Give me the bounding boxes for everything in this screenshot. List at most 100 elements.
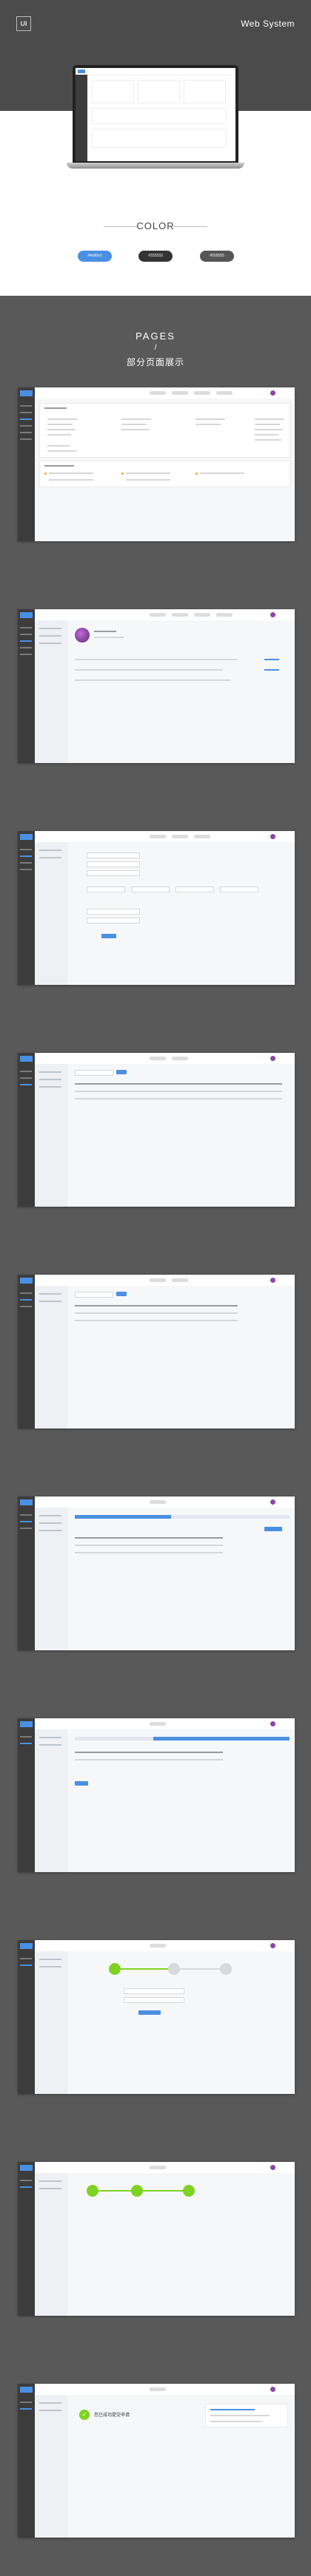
sidebar-item[interactable] (20, 425, 32, 427)
nav-chip[interactable] (172, 1278, 188, 1282)
sidebar-item-active[interactable] (20, 640, 32, 642)
avatar[interactable] (270, 1499, 275, 1505)
nav-chip[interactable] (172, 835, 188, 838)
sub-nav-item[interactable] (39, 1522, 61, 1524)
avatar[interactable] (270, 1943, 275, 1948)
sidebar-item[interactable] (20, 412, 32, 413)
sub-nav-item[interactable] (39, 1079, 61, 1080)
sidebar-item-active[interactable] (20, 1299, 32, 1301)
search-button[interactable] (116, 1070, 127, 1074)
nav-chip[interactable] (194, 391, 210, 395)
sub-nav-item[interactable] (39, 1737, 61, 1738)
avatar[interactable] (270, 390, 275, 396)
nav-chip[interactable] (150, 1057, 166, 1060)
avatar[interactable] (270, 1721, 275, 1726)
sidebar-item[interactable] (20, 2402, 32, 2403)
sidebar-item-active[interactable] (20, 1084, 32, 1085)
sidebar-item-active[interactable] (20, 1521, 32, 1522)
nav-chip[interactable] (194, 835, 210, 838)
sidebar-item[interactable] (20, 647, 32, 648)
sidebar-item[interactable] (20, 1306, 32, 1307)
sub-nav-item[interactable] (39, 850, 61, 851)
form-input[interactable] (175, 887, 214, 892)
sidebar-item[interactable] (20, 654, 32, 655)
sidebar-item-active[interactable] (20, 1743, 32, 1744)
sidebar-item[interactable] (20, 869, 32, 870)
sidebar-item[interactable] (20, 1077, 32, 1079)
nav-chip[interactable] (150, 1722, 166, 1726)
nav-chip[interactable] (150, 835, 166, 838)
search-input[interactable] (75, 1070, 113, 1076)
avatar[interactable] (270, 612, 275, 617)
sidebar-item[interactable] (20, 438, 32, 440)
form-input[interactable] (87, 909, 140, 915)
sidebar-item[interactable] (20, 1071, 32, 1072)
form-input[interactable] (220, 887, 258, 892)
nav-chip[interactable] (150, 613, 166, 617)
form-input[interactable] (131, 887, 170, 892)
sub-nav-item[interactable] (39, 635, 61, 637)
avatar[interactable] (270, 2387, 275, 2392)
nav-chip[interactable] (150, 391, 166, 395)
sub-nav-item[interactable] (39, 2180, 61, 2182)
nav-chip[interactable] (150, 1500, 166, 1504)
sidebar-item[interactable] (20, 634, 32, 635)
sub-nav-item[interactable] (39, 2410, 61, 2411)
sub-nav-item[interactable] (39, 1071, 61, 1073)
sidebar-item[interactable] (20, 1514, 32, 1516)
sub-nav-item[interactable] (39, 2402, 61, 2404)
sub-nav-item[interactable] (39, 2188, 61, 2189)
sub-nav-item[interactable] (39, 1301, 61, 1302)
nav-chip[interactable] (216, 613, 233, 617)
nav-chip[interactable] (150, 2387, 166, 2391)
search-input[interactable] (75, 1292, 113, 1298)
form-input[interactable] (87, 918, 140, 923)
sidebar-item[interactable] (20, 2180, 32, 2181)
search-button[interactable] (116, 1292, 127, 1296)
sub-nav-item[interactable] (39, 628, 61, 629)
sidebar-item[interactable] (20, 405, 32, 407)
sidebar-item[interactable] (20, 1736, 32, 1738)
avatar[interactable] (270, 1278, 275, 1283)
sidebar-item[interactable] (20, 432, 32, 433)
edit-link[interactable] (264, 659, 279, 660)
sidebar-item[interactable] (20, 862, 32, 864)
sidebar-item-active[interactable] (20, 2186, 32, 2188)
sub-nav-item[interactable] (39, 1959, 61, 1960)
confirm-button[interactable] (75, 1781, 88, 1786)
action-button[interactable] (264, 1527, 282, 1531)
nav-chip[interactable] (172, 1057, 188, 1060)
nav-chip[interactable] (194, 613, 210, 617)
avatar[interactable] (270, 834, 275, 839)
sidebar-item[interactable] (20, 1958, 32, 1959)
avatar[interactable] (270, 2165, 275, 2170)
form-input[interactable] (124, 1997, 184, 2003)
sidebar-item-active[interactable] (20, 855, 32, 857)
nav-chip[interactable] (150, 2166, 166, 2169)
sidebar-item[interactable] (20, 849, 32, 850)
sidebar-item-active[interactable] (20, 418, 32, 420)
sub-nav-item[interactable] (39, 1966, 61, 1967)
nav-chip[interactable] (216, 391, 233, 395)
sub-nav-item[interactable] (39, 643, 61, 644)
form-input[interactable] (124, 1988, 184, 1994)
avatar[interactable] (270, 1056, 275, 1061)
nav-chip[interactable] (150, 1278, 166, 1282)
sub-nav-item[interactable] (39, 1744, 61, 1746)
form-input[interactable] (87, 870, 140, 876)
next-button[interactable] (138, 2010, 161, 2015)
submit-button[interactable] (101, 934, 116, 938)
sidebar-item[interactable] (20, 1292, 32, 1294)
sub-nav-item[interactable] (39, 857, 61, 858)
nav-chip[interactable] (150, 1944, 166, 1948)
form-input[interactable] (87, 853, 140, 858)
sidebar-item[interactable] (20, 627, 32, 628)
sidebar-item-active[interactable] (20, 2408, 32, 2410)
edit-link[interactable] (264, 669, 279, 671)
sidebar-item[interactable] (20, 1528, 32, 1529)
nav-chip[interactable] (172, 613, 188, 617)
sub-nav-item[interactable] (39, 1293, 61, 1295)
form-input[interactable] (87, 887, 125, 892)
sub-nav-item[interactable] (39, 1086, 61, 1088)
sidebar-item-active[interactable] (20, 1965, 32, 1966)
